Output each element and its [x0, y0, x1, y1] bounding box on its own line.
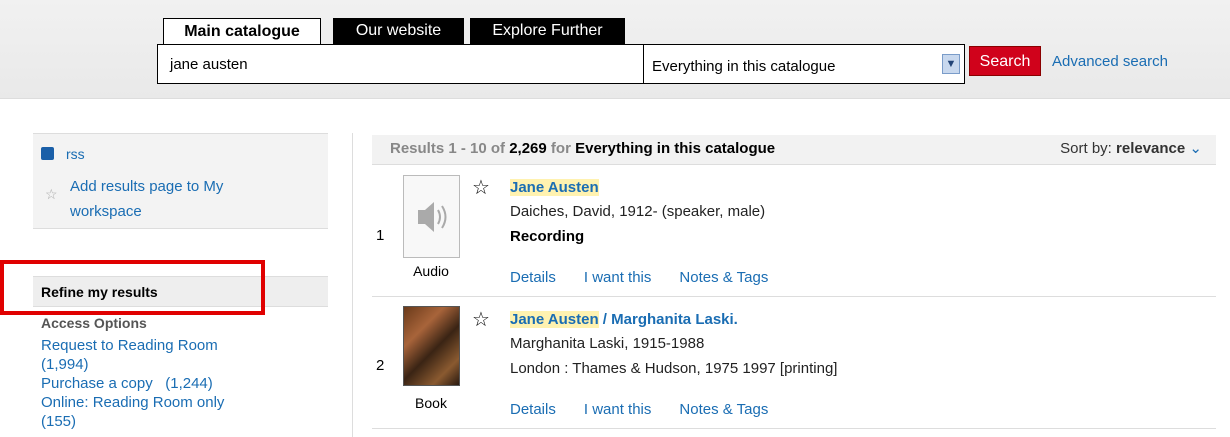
tab-our-website[interactable]: Our website [333, 18, 464, 44]
bookmark-star-icon[interactable]: ☆ [472, 175, 490, 200]
add-to-workspace-link[interactable]: Add results page to My workspace [70, 174, 290, 224]
bookmark-star-icon[interactable]: ☆ [472, 307, 490, 332]
star-outline-icon: ☆ [45, 186, 58, 202]
result-type: Book [415, 395, 447, 411]
scope-select-value: Everything in this catalogue [652, 58, 836, 75]
rss-icon [41, 146, 54, 160]
chevron-down-icon: ⌄ [1189, 140, 1202, 157]
result-format: Recording [510, 228, 585, 245]
result-number: 2 [376, 357, 385, 374]
advanced-search-link[interactable]: Advanced search [1052, 53, 1168, 70]
result-title[interactable]: Jane Austen [510, 179, 599, 196]
result-author: Marghanita Laski, 1915-1988 [510, 335, 705, 352]
i-want-this-link[interactable]: I want this [584, 269, 652, 286]
search-input[interactable]: jane austen [157, 44, 644, 84]
tab-explore-further[interactable]: Explore Further [470, 18, 625, 44]
result-number: 1 [376, 227, 385, 244]
highlight-box [0, 260, 265, 315]
result-publication: London : Thames & Hudson, 1975 1997 [pri… [510, 360, 838, 377]
result-links: Details I want this Notes & Tags [510, 269, 796, 286]
facet-online-reading-room[interactable]: Online: Reading Room only (155) [41, 393, 271, 431]
sort-control[interactable]: Sort by: relevance ⌄ [1060, 135, 1202, 162]
column-divider [352, 133, 353, 437]
audio-thumbnail[interactable] [403, 175, 460, 258]
result-title[interactable]: Jane Austen / Marghanita Laski. [510, 311, 738, 328]
results-bar: Results 1 - 10 of 2,269 for Everything i… [372, 135, 1216, 165]
facet-request-reading-room[interactable]: Request to Reading Room (1,994) [41, 336, 271, 374]
facet-list: Request to Reading Room (1,994) Purchase… [41, 336, 271, 431]
results-count: Results 1 - 10 of 2,269 for Everything i… [390, 140, 776, 157]
result-type: Audio [413, 263, 449, 279]
facet-purchase-copy[interactable]: Purchase a copy (1,244) [41, 374, 271, 393]
notes-tags-link[interactable]: Notes & Tags [679, 401, 768, 418]
chevron-down-icon[interactable]: ▼ [942, 54, 960, 74]
search-button[interactable]: Search [969, 46, 1041, 76]
access-options-heading: Access Options [41, 315, 147, 331]
notes-tags-link[interactable]: Notes & Tags [679, 269, 768, 286]
details-link[interactable]: Details [510, 401, 556, 418]
rss-link[interactable]: rss [41, 146, 85, 162]
result-author: Daiches, David, 1912- (speaker, male) [510, 203, 766, 220]
scope-select[interactable]: Everything in this catalogue ▼ [644, 44, 965, 84]
speaker-icon [418, 202, 447, 232]
rss-label: rss [66, 146, 85, 162]
i-want-this-link[interactable]: I want this [584, 401, 652, 418]
result-links: Details I want this Notes & Tags [510, 401, 796, 418]
book-cover-thumbnail[interactable] [403, 306, 460, 386]
details-link[interactable]: Details [510, 269, 556, 286]
tab-main-catalogue[interactable]: Main catalogue [163, 18, 321, 45]
